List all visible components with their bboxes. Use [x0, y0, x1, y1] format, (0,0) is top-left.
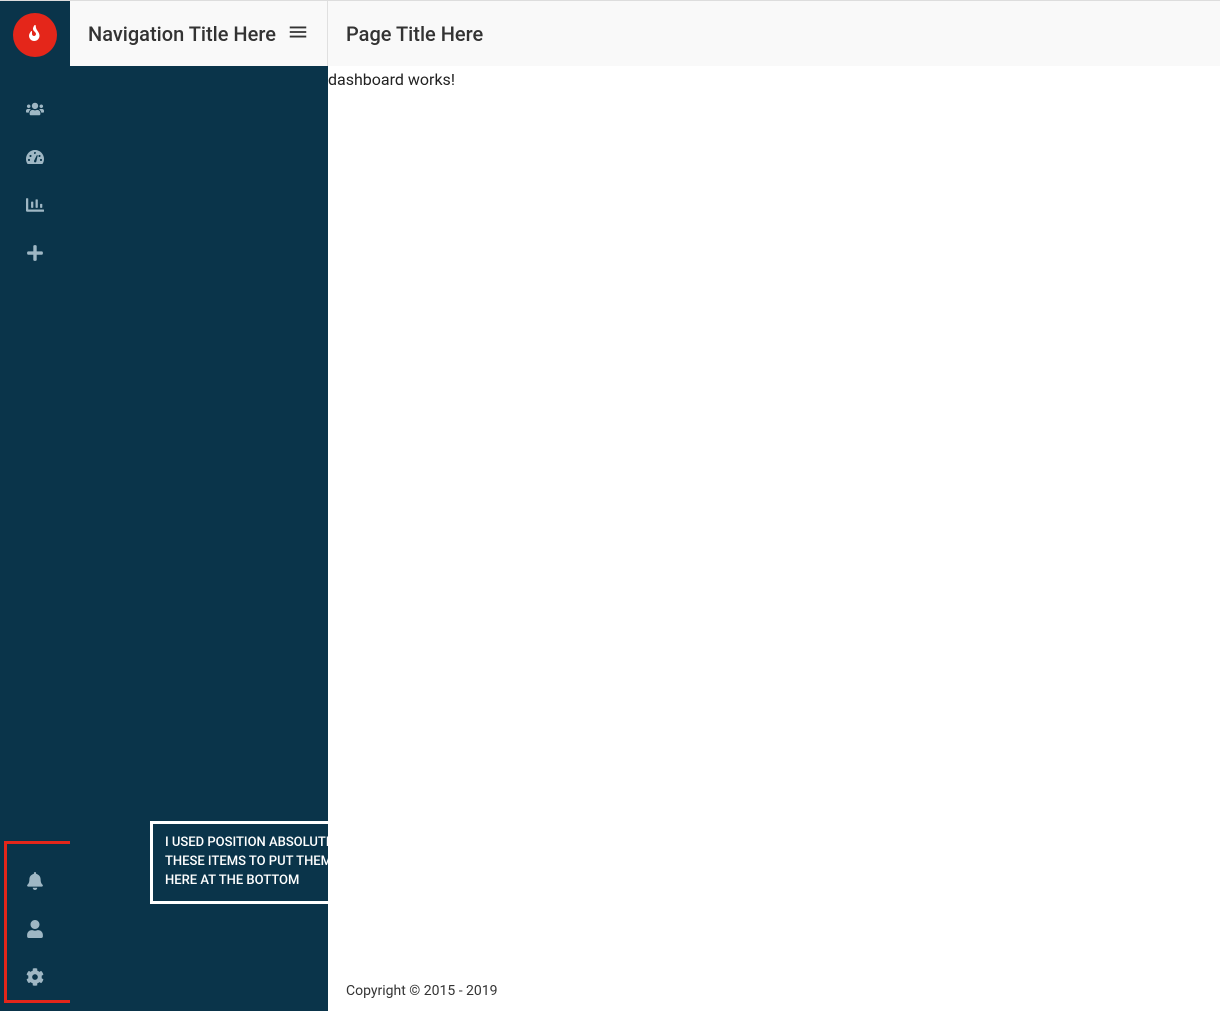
main-sidebar: Navigation Title Here I USED POSITION AB… — [70, 1, 328, 1011]
fire-icon — [27, 25, 43, 45]
sidebar-bottom-list — [4, 859, 66, 1003]
plus-icon — [26, 244, 44, 266]
dashboard-icon — [26, 148, 44, 170]
sidebar-item-dashboard[interactable] — [0, 135, 70, 183]
users-icon — [26, 100, 44, 122]
hamburger-icon[interactable] — [287, 21, 309, 47]
body-text: dashboard works! — [328, 66, 1220, 93]
bell-icon — [26, 872, 44, 894]
sidebar-item-profile[interactable] — [4, 907, 66, 955]
sidebar-item-users[interactable] — [0, 87, 70, 135]
footer-text: Copyright © 2015 - 2019 — [346, 983, 498, 999]
sidebar-item-notifications[interactable] — [4, 859, 66, 907]
sidebar-item-settings[interactable] — [4, 955, 66, 1003]
app-root: Navigation Title Here I USED POSITION AB… — [0, 0, 1220, 1011]
page-title: Page Title Here — [346, 22, 483, 46]
sidebar-item-chart[interactable] — [0, 183, 70, 231]
content-area: Page Title Here dashboard works! Copyrig… — [328, 1, 1220, 1011]
nav-header: Navigation Title Here — [70, 1, 328, 66]
user-icon — [26, 920, 44, 942]
footer: Copyright © 2015 - 2019 — [328, 971, 1220, 1011]
content-header: Page Title Here — [328, 1, 1220, 66]
sidebar-item-add[interactable] — [0, 231, 70, 279]
icon-sidebar — [0, 1, 70, 1011]
content-body: dashboard works! — [328, 66, 1220, 971]
sidebar-top-list — [0, 69, 70, 279]
gear-icon — [26, 968, 44, 990]
chart-icon — [26, 196, 44, 218]
nav-title: Navigation Title Here — [88, 22, 276, 46]
logo[interactable] — [13, 13, 57, 57]
